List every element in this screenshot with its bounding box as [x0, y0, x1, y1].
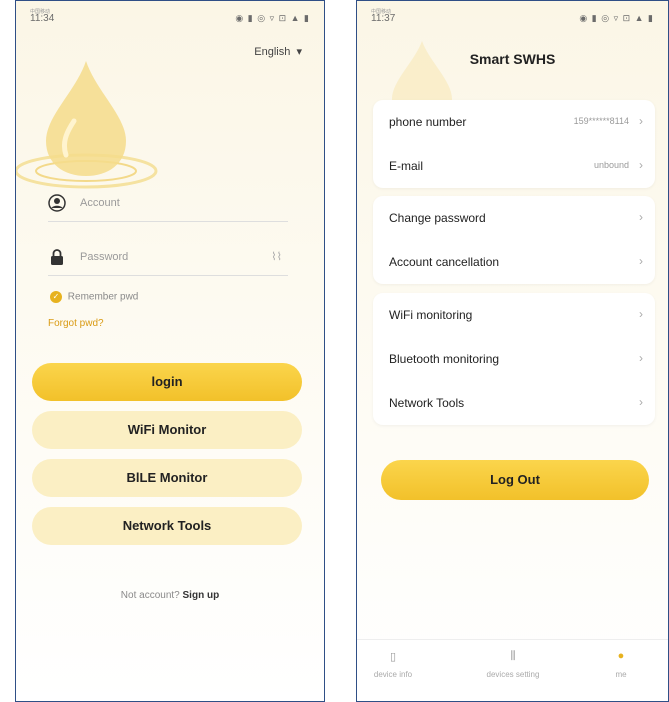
password-field[interactable]: Password ⌇⌇ [48, 240, 288, 276]
email-row[interactable]: E-mail unbound › [373, 144, 655, 188]
settings-icon: ⫼ [510, 650, 516, 662]
phone-number-row[interactable]: phone number 159******8114 › [373, 100, 655, 144]
remember-label: Remember pwd [67, 291, 139, 303]
status-icons: ◉ ▮ ◎ ▿ ⊡ ▲ ▮ [235, 13, 310, 23]
signup-prompt: Not account? Sign up [16, 590, 324, 601]
wifi-monitor-button[interactable]: WiFi Monitor [32, 411, 302, 449]
network-tools-button[interactable]: Network Tools [32, 507, 302, 545]
row-label: Bluetooth monitoring [389, 352, 500, 366]
device-icon: ▯ [389, 651, 397, 663]
tab-label: me [615, 670, 627, 679]
tab-me[interactable]: ● me [581, 650, 661, 679]
tab-label: devices setting [486, 670, 540, 679]
row-label: WiFi monitoring [389, 308, 473, 322]
password-input[interactable]: Password [80, 251, 128, 263]
bottom-tab-bar: ▯ device info ⫼ devices setting ● me [357, 639, 668, 701]
wifi-monitoring-row[interactable]: WiFi monitoring › [373, 293, 655, 337]
signup-link[interactable]: Sign up [183, 590, 220, 601]
status-time: 11:34 [30, 13, 55, 24]
security-card: Change password › Account cancellation › [373, 196, 655, 284]
chevron-right-icon: › [639, 351, 643, 365]
chevron-right-icon: › [639, 158, 643, 172]
language-select[interactable]: English ▾ [254, 45, 302, 58]
row-label: E-mail [389, 159, 424, 173]
remember-checkbox[interactable]: ✓ Remember pwd [50, 291, 138, 303]
tab-devices-setting[interactable]: ⫼ devices setting [473, 650, 553, 679]
user-icon: ● [617, 650, 625, 662]
row-label: Network Tools [389, 396, 465, 410]
logout-button[interactable]: Log Out [381, 460, 649, 500]
user-icon [48, 194, 66, 212]
chevron-down-icon: ▾ [293, 46, 302, 58]
chevron-right-icon: › [639, 254, 643, 268]
row-label: phone number [389, 115, 467, 129]
account-input[interactable]: Account [80, 197, 120, 209]
chevron-right-icon: › [639, 114, 643, 128]
row-label: Change password [389, 211, 486, 225]
account-card: phone number 159******8114 › E-mail unbo… [373, 100, 655, 188]
profile-screen: 中国移动 11:37 ◉ ▮ ◎ ▿ ⊡ ▲ ▮ Smart SWHS phon… [356, 0, 669, 702]
status-time: 11:37 [371, 13, 396, 24]
row-value: unbound [593, 160, 629, 170]
no-account-text: Not account? [120, 590, 180, 601]
bluetooth-monitoring-row[interactable]: Bluetooth monitoring › [373, 337, 655, 381]
forgot-password-link[interactable]: Forgot pwd? [48, 318, 104, 329]
water-drop-logo [16, 61, 158, 189]
tab-label: device info [373, 670, 413, 679]
check-icon: ✓ [50, 291, 62, 303]
eye-off-icon[interactable]: ⌇⌇ [271, 250, 282, 263]
status-icons: ◉ ▮ ◎ ▿ ⊡ ▲ ▮ [579, 13, 654, 23]
status-bar: 中国移动 11:34 ◉ ▮ ◎ ▿ ⊡ ▲ ▮ [16, 9, 324, 27]
status-bar: 中国移动 11:37 ◉ ▮ ◎ ▿ ⊡ ▲ ▮ [357, 9, 668, 27]
chevron-right-icon: › [639, 307, 643, 321]
login-screen: 中国移动 11:34 ◉ ▮ ◎ ▿ ⊡ ▲ ▮ English ▾ Accou… [15, 0, 325, 702]
ble-monitor-button[interactable]: BlLE Monitor [32, 459, 302, 497]
network-tools-row[interactable]: Network Tools › [373, 381, 655, 425]
login-button[interactable]: login [32, 363, 302, 401]
language-label: English [254, 46, 291, 58]
tools-card: WiFi monitoring › Bluetooth monitoring ›… [373, 293, 655, 425]
chevron-right-icon: › [639, 210, 643, 224]
row-value: 159******8114 [573, 116, 629, 126]
tab-device-info[interactable]: ▯ device info [357, 650, 433, 679]
chevron-right-icon: › [639, 395, 643, 409]
row-label: Account cancellation [389, 255, 500, 269]
account-field[interactable]: Account [48, 186, 288, 222]
change-password-row[interactable]: Change password › [373, 196, 655, 240]
page-title: Smart SWHS [469, 51, 556, 67]
account-cancellation-row[interactable]: Account cancellation › [373, 240, 655, 284]
lock-icon [51, 249, 63, 265]
